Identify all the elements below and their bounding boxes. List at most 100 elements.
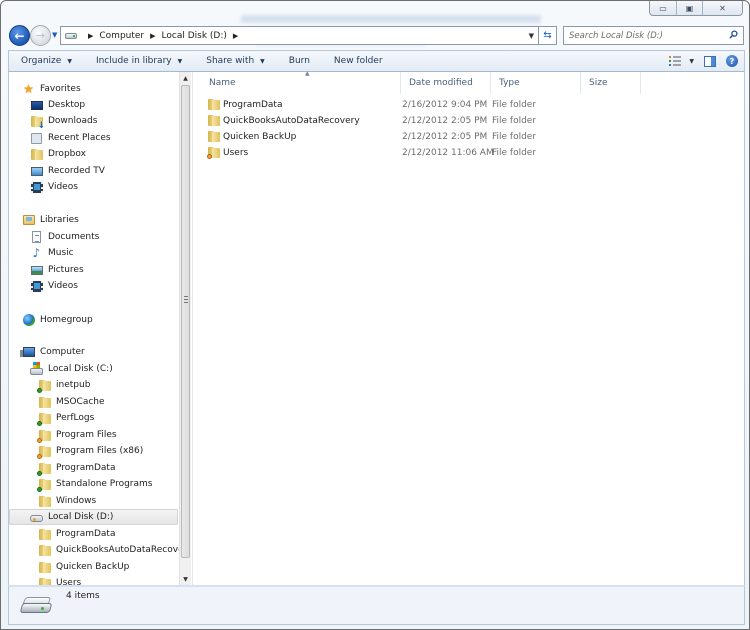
new-folder-button[interactable]: New folder	[322, 51, 395, 71]
computer-icon	[19, 346, 35, 359]
breadcrumb-local-disk-d[interactable]: Local Disk (D:)	[162, 31, 227, 41]
maximize-icon: ▣	[685, 3, 694, 13]
close-button[interactable]: ✕	[702, 1, 742, 15]
nav-folder-program-files[interactable]: Program Files	[37, 427, 117, 443]
nav-label: Quicken BackUp	[56, 562, 130, 572]
nav-label: Program Files	[56, 430, 117, 440]
back-button[interactable]: ←	[9, 25, 30, 46]
share-with-button[interactable]: Share with ▼	[194, 51, 277, 71]
caret-down-icon: ▼	[177, 57, 183, 65]
preview-pane-button[interactable]	[704, 55, 716, 67]
caret-down-icon[interactable]: ▼	[689, 58, 694, 65]
nav-folder-perflogs[interactable]: PerfLogs	[37, 410, 94, 426]
file-date: 2/12/2012 2:05 PM	[402, 116, 488, 126]
file-row[interactable]: QuickBooksAutoDataRecovery 2/12/2012 2:0…	[193, 113, 733, 129]
nav-folder-standalone-programs[interactable]: Standalone Programs	[37, 476, 152, 492]
scroll-down-button[interactable]: ▼	[180, 573, 191, 585]
nav-label: QuickBooksAutoDataRecovery	[56, 545, 179, 555]
nav-pictures[interactable]: Pictures	[30, 262, 84, 278]
nav-label: Local Disk (C:)	[48, 364, 113, 374]
navigation-scrollbar[interactable]: ▲ ▼	[179, 72, 191, 585]
breadcrumb-separator-icon[interactable]: ▶	[88, 32, 93, 40]
scrollbar-thumb[interactable]	[181, 85, 190, 558]
nav-folder-programdata-d[interactable]: ProgramData	[38, 526, 115, 542]
folder-icon	[208, 99, 220, 110]
column-label: Name	[209, 78, 236, 88]
breadcrumb-separator-icon[interactable]: ▶	[233, 32, 238, 40]
column-header-date-modified[interactable]: Date modified	[401, 72, 491, 94]
nav-folder-programdata-c[interactable]: ProgramData	[37, 460, 116, 476]
nav-documents[interactable]: Documents	[30, 229, 99, 245]
chevron-down-icon: ▼	[52, 31, 58, 39]
nav-folder-quickbooks[interactable]: QuickBooksAutoDataRecovery	[38, 542, 179, 558]
minimize-button[interactable]: ▭	[650, 1, 676, 15]
file-row[interactable]: ProgramData 2/16/2012 9:04 PM File folde…	[193, 97, 733, 113]
nav-folder-inetpub[interactable]: inetpub	[37, 377, 90, 393]
nav-local-disk-d[interactable]: Local Disk (D:)	[9, 509, 178, 525]
nav-folder-quicken-backup[interactable]: Quicken BackUp	[38, 559, 129, 575]
star-icon: ★	[23, 82, 34, 96]
nav-dropbox[interactable]: Dropbox	[30, 146, 86, 162]
shared-badge-icon	[37, 387, 42, 393]
nav-folder-msocache[interactable]: MSOCache	[38, 394, 105, 410]
search-icon[interactable]	[729, 30, 738, 39]
folder-icon	[208, 131, 220, 142]
column-header-size[interactable]: Size	[581, 72, 641, 94]
nav-local-disk-c[interactable]: Local Disk (C:)	[30, 361, 113, 377]
nav-folder-windows[interactable]: Windows	[38, 493, 96, 509]
nav-homegroup[interactable]: Homegroup	[22, 312, 93, 328]
nav-folder-users[interactable]: Users	[38, 575, 81, 585]
forward-button[interactable]: →	[30, 25, 51, 46]
change-view-button[interactable]: ▼	[669, 56, 694, 66]
file-name: QuickBooksAutoDataRecovery	[223, 116, 360, 126]
nav-libraries[interactable]: Libraries	[22, 212, 79, 228]
documents-icon	[30, 231, 43, 244]
file-name: Quicken BackUp	[223, 132, 297, 142]
file-name: Users	[223, 148, 249, 158]
nav-favorites[interactable]: ★ Favorites	[22, 81, 81, 97]
column-header-name[interactable]: Name ▲	[201, 70, 401, 94]
nav-label: ProgramData	[56, 463, 116, 473]
file-row[interactable]: Users 2/12/2012 11:06 AM File folder	[193, 145, 733, 161]
nav-library-videos[interactable]: Videos	[30, 278, 78, 294]
item-count: 4 items	[66, 591, 100, 601]
include-in-library-button[interactable]: Include in library ▼	[84, 51, 194, 71]
breadcrumb-separator-icon[interactable]: ▶	[150, 32, 155, 40]
file-list: Name ▲ Date modified Type Size ProgramDa…	[193, 70, 744, 585]
column-header-type[interactable]: Type	[491, 72, 581, 94]
maximize-button[interactable]: ▣	[676, 1, 702, 15]
video-icon	[30, 280, 43, 293]
nav-label: Recent Places	[48, 133, 111, 143]
file-row[interactable]: Quicken BackUp 2/12/2012 2:05 PM File fo…	[193, 129, 733, 145]
tv-icon	[30, 165, 43, 178]
burn-button[interactable]: Burn	[277, 51, 322, 71]
nav-videos[interactable]: Videos	[30, 179, 78, 195]
nav-music[interactable]: ♪ Music	[30, 245, 74, 261]
organize-button[interactable]: Organize ▼	[9, 51, 84, 71]
nav-downloads[interactable]: Downloads	[30, 113, 97, 131]
nav-label: Homegroup	[40, 315, 93, 325]
nav-desktop[interactable]: Desktop	[30, 97, 85, 113]
drive-icon	[19, 597, 53, 615]
folder-icon	[37, 462, 51, 476]
breadcrumb-computer[interactable]: Computer	[99, 31, 144, 41]
nav-recorded-tv[interactable]: Recorded TV	[30, 163, 105, 179]
search-input[interactable]	[569, 30, 719, 41]
nav-folder-program-files-x86[interactable]: Program Files (x86)	[37, 443, 143, 459]
shared-badge-icon	[37, 486, 42, 492]
file-name: ProgramData	[223, 100, 283, 110]
nav-recent-places[interactable]: Recent Places	[30, 130, 111, 146]
nav-label: Libraries	[40, 215, 79, 225]
refresh-button[interactable]: ⇆	[539, 26, 557, 45]
scroll-up-button[interactable]: ▲	[180, 72, 191, 84]
address-dropdown-icon[interactable]: ▼	[529, 32, 534, 40]
address-bar[interactable]: ▶ Computer ▶ Local Disk (D:) ▶ ▼	[60, 26, 539, 45]
help-button[interactable]: ?	[726, 55, 738, 67]
recent-pages-button[interactable]: ▼	[52, 31, 57, 39]
folder-icon	[37, 379, 51, 393]
nav-computer[interactable]: Computer	[19, 344, 85, 360]
sort-ascending-icon: ▲	[305, 70, 310, 77]
nav-label: Windows	[56, 496, 97, 506]
folder-icon	[37, 478, 51, 492]
folder-icon	[37, 445, 51, 459]
